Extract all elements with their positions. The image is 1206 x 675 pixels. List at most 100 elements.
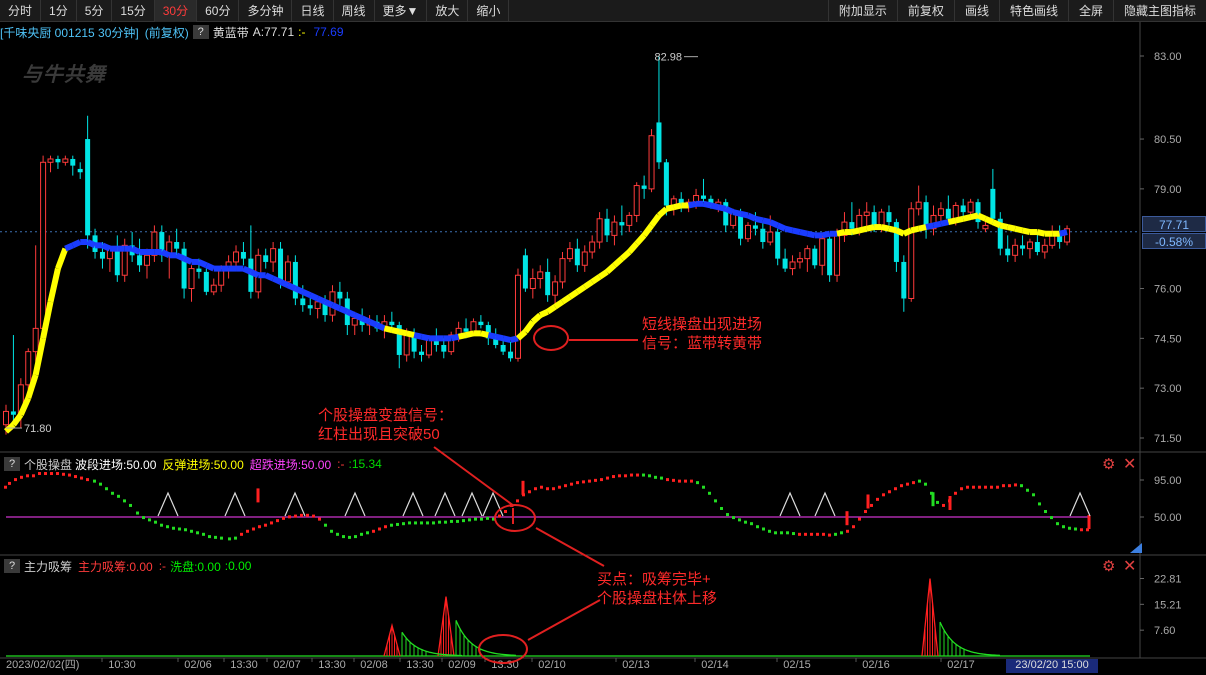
- candle-body: [574, 248, 580, 266]
- trend-band-segment: [487, 332, 497, 340]
- trend-band-segment: [984, 216, 995, 225]
- panel2-name: 主力吸筹: [24, 559, 73, 574]
- candle-body: [745, 224, 751, 240]
- candle-body: [278, 248, 284, 282]
- x-axis-label: 02/13: [622, 659, 650, 671]
- candle-body: [3, 410, 9, 426]
- annotation-buy-line1: 买点：吸筹完毕+: [597, 571, 711, 588]
- candle-body: [114, 248, 120, 276]
- candle-body: [25, 351, 32, 386]
- trend-band-segment: [1036, 229, 1046, 237]
- trend-band-segment: [769, 219, 779, 229]
- x-axis-label: 10:30: [108, 659, 136, 671]
- high-label: 82.98: [654, 52, 682, 64]
- trend-band-segment: [205, 262, 215, 272]
- indicator-value-a: A:77.71: [252, 25, 295, 39]
- trend-band-segment: [940, 219, 949, 227]
- trend-band-segment: [530, 312, 543, 324]
- candle-body: [834, 234, 841, 276]
- x-axis-label: 02/06: [184, 659, 212, 671]
- trend-band-segment: [902, 227, 913, 237]
- candle-body: [1020, 245, 1026, 249]
- trend-band-segment: [495, 333, 504, 342]
- candle-body: [604, 218, 610, 236]
- candle-body: [775, 232, 781, 259]
- watermark-logo: 与牛共舞: [22, 64, 106, 86]
- candle-body: [1041, 244, 1048, 253]
- trend-band-segment: [858, 225, 868, 234]
- candle-body: [263, 255, 269, 262]
- candle-body: [656, 122, 662, 163]
- x-axis-label: 02/08: [360, 659, 388, 671]
- trend-band-segment: [641, 223, 654, 238]
- x-axis-label: 13:30: [230, 659, 258, 671]
- trend-band-segment: [11, 412, 24, 427]
- panel2-header: ? 主力吸筹 主力吸筹:0.00 :- 洗盘:0.00 :0.00: [0, 558, 251, 574]
- trend-band-segment: [242, 265, 253, 275]
- trend-band-segment: [649, 213, 662, 228]
- trend-band-segment: [509, 335, 519, 343]
- panel1-help-icon[interactable]: ?: [4, 457, 20, 471]
- candle-body: [522, 255, 528, 289]
- panel2-help-icon[interactable]: ?: [4, 559, 20, 573]
- panel2-settings-icon[interactable]: ⚙: [1102, 559, 1115, 575]
- trend-band-segment: [375, 322, 386, 332]
- trend-band-segment: [55, 247, 69, 270]
- y-tick-label: 83.00: [1154, 51, 1182, 63]
- candle-body: [596, 218, 603, 243]
- trend-band-segment: [323, 299, 334, 308]
- candle-body: [85, 139, 91, 236]
- candle-body: [233, 251, 240, 263]
- candle-body: [901, 261, 907, 299]
- trend-band-segment: [925, 222, 935, 230]
- candle-body: [782, 258, 788, 269]
- trend-band-segment: [264, 272, 275, 282]
- trend-band-segment: [398, 328, 408, 337]
- trend-band-segment: [353, 312, 364, 322]
- candle-body: [143, 254, 150, 266]
- y-tick-label: 76.00: [1154, 284, 1182, 296]
- annotation-arrow-buy-up: [535, 527, 605, 567]
- candle-body: [508, 351, 514, 359]
- panel1-sep: :-: [337, 457, 345, 471]
- change-percent-label: -0.58%: [1142, 233, 1206, 249]
- indicator-help-icon[interactable]: ?: [192, 25, 209, 39]
- candle-body: [1026, 241, 1033, 250]
- panel2-close-icon[interactable]: ✕: [1123, 559, 1136, 575]
- trend-band-segment: [605, 263, 617, 275]
- candle-body: [463, 328, 469, 332]
- trend-band-segment: [1021, 227, 1031, 235]
- trend-band-segment: [866, 224, 875, 232]
- candle-body: [55, 158, 61, 163]
- adjust-mode: (前复权): [144, 25, 189, 40]
- annotation-oval-absorb: [478, 634, 528, 664]
- panel1-settings-icon[interactable]: ⚙: [1102, 457, 1115, 473]
- trend-band-segment: [391, 327, 400, 335]
- annotation-band-line1: 短线操盘出现进场: [642, 316, 763, 333]
- trend-band-segment: [746, 212, 757, 222]
- candle-body: [819, 238, 826, 266]
- candle-body: [982, 224, 989, 230]
- panel1-close-icon[interactable]: ✕: [1123, 457, 1136, 473]
- p1-triangle: [814, 491, 836, 517]
- candle-body: [619, 222, 625, 226]
- candle-body: [478, 321, 484, 326]
- candle-body: [566, 248, 573, 260]
- trend-band-segment: [962, 214, 972, 222]
- annotation-change-line2: 红柱出现且突破50: [318, 426, 440, 443]
- annotation-oval-signal: [494, 504, 536, 532]
- p1-triangle: [284, 491, 306, 517]
- candle-body: [1005, 248, 1011, 256]
- x-axis-label: 13:30: [406, 659, 434, 671]
- candle-body: [827, 238, 833, 276]
- candle-body: [886, 212, 892, 223]
- candle-body: [878, 211, 885, 226]
- p2-tick-label: 22.81: [1154, 574, 1182, 586]
- trend-band-segment: [457, 332, 467, 340]
- annotation-band-signal: 短线操盘出现进场 信号：蓝带转黄带: [642, 315, 762, 353]
- x-axis-label: 02/10: [538, 659, 566, 671]
- trend-band-segment: [806, 230, 816, 239]
- x-axis-label: 13:30: [318, 659, 346, 671]
- p1-triangle: [779, 491, 801, 517]
- trend-band-segment: [101, 242, 112, 252]
